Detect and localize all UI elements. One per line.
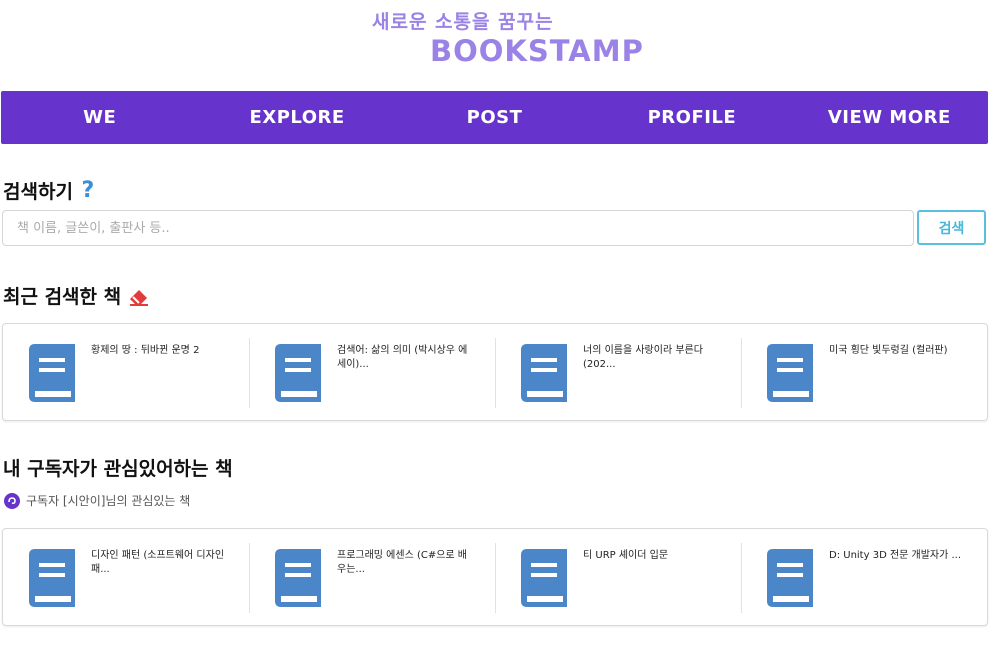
search-button[interactable]: 검색 <box>917 210 986 245</box>
book-title: 프로그래밍 에센스 (C#으로 배우는... <box>337 550 467 575</box>
recent-title-label: 최근 검색한 책 <box>3 286 122 308</box>
book-title: 디자인 패턴 (소프트웨어 디자인 패... <box>91 550 225 575</box>
book-card[interactable]: 디자인 패턴 (소프트웨어 디자인 패... <box>3 529 249 625</box>
book-card[interactable]: 검색어: 삶의 의미 (박시상우 에세이)... <box>249 324 495 420</box>
site-logo[interactable]: 새로운 소통을 꿈꾸는 BOOKSTAMP <box>0 0 998 90</box>
book-icon <box>521 344 567 402</box>
recent-books-panel: 황제의 땅 : 뒤바뀐 운명 2 검색어: 삶의 의미 (박시상우 에세이)..… <box>2 323 988 421</box>
book-title: 검색어: 삶의 의미 (박시상우 에세이)... <box>337 345 468 370</box>
search-section-title: 검색하기 ? <box>3 177 97 204</box>
nav-item-we[interactable]: WE <box>1 91 198 144</box>
book-card[interactable]: 프로그래밍 에센스 (C#으로 배우는... <box>249 529 495 625</box>
main-nav: WE EXPLORE POST PROFILE VIEW MORE <box>1 91 988 144</box>
subscriber-subtitle: 구독자 [시안이]님의 관심있는 책 <box>4 492 190 509</box>
book-title: 황제의 땅 : 뒤바뀐 운명 2 <box>91 345 200 356</box>
subscriber-section-title: 내 구독자가 관심있어하는 책 <box>3 454 233 481</box>
book-card[interactable]: D: Unity 3D 전문 개발자가 ... <box>741 529 987 625</box>
nav-item-view-more[interactable]: VIEW MORE <box>791 91 988 144</box>
nav-item-post[interactable]: POST <box>396 91 593 144</box>
nav-item-explore[interactable]: EXPLORE <box>198 91 395 144</box>
book-icon <box>275 344 321 402</box>
book-card[interactable]: 티 URP 셰이더 입문 <box>495 529 741 625</box>
book-icon <box>521 549 567 607</box>
book-icon <box>29 549 75 607</box>
book-card[interactable]: 미국 횡단 빛두렁길 (컬러판) <box>741 324 987 420</box>
book-card[interactable]: 너의 이름을 사랑이라 부른다 (202... <box>495 324 741 420</box>
book-icon <box>29 344 75 402</box>
book-title: 미국 횡단 빛두렁길 (컬러판) <box>829 345 948 356</box>
question-circle-icon[interactable]: ? <box>79 178 97 203</box>
book-icon <box>767 344 813 402</box>
search-title-label: 검색하기 <box>3 181 73 203</box>
logo-brand: BOOKSTAMP <box>430 34 644 68</box>
book-title: D: Unity 3D 전문 개발자가 ... <box>829 550 962 561</box>
subscriber-books-panel: 디자인 패턴 (소프트웨어 디자인 패... 프로그래밍 에센스 (C#으로 배… <box>2 528 988 626</box>
book-icon <box>275 549 321 607</box>
avatar-icon[interactable] <box>4 492 20 509</box>
search-bar: 검색 <box>2 210 986 248</box>
swirl-icon <box>8 496 16 504</box>
subscriber-title-label: 내 구독자가 관심있어하는 책 <box>3 458 233 480</box>
subscriber-subtitle-label: 구독자 [시안이]님의 관심있는 책 <box>26 494 191 508</box>
search-input[interactable] <box>2 210 914 246</box>
book-title: 너의 이름을 사랑이라 부른다 (202... <box>583 345 703 370</box>
book-title: 티 URP 셰이더 입문 <box>583 550 669 561</box>
book-icon <box>767 549 813 607</box>
nav-item-profile[interactable]: PROFILE <box>593 91 790 144</box>
logo-tagline: 새로운 소통을 꿈꾸는 <box>372 11 554 33</box>
recent-section-title: 최근 검색한 책 <box>3 282 151 309</box>
book-card[interactable]: 황제의 땅 : 뒤바뀐 운명 2 <box>3 324 249 420</box>
eraser-icon <box>130 289 149 306</box>
